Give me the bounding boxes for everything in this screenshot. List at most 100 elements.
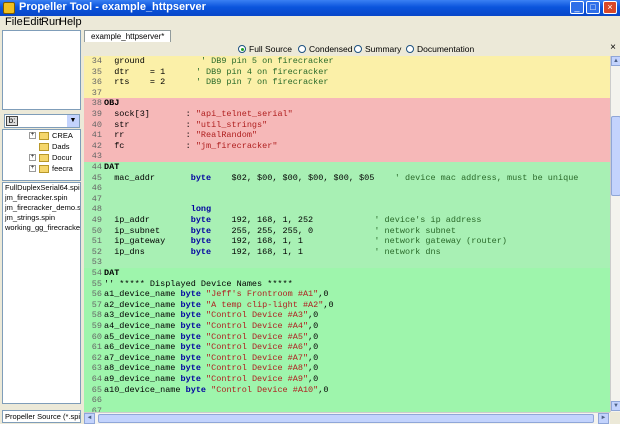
menu-file[interactable]: File bbox=[5, 16, 23, 28]
code-line[interactable]: 49 ip_addr byte 192, 168, 1, 252 ' devic… bbox=[84, 215, 610, 226]
code-line[interactable]: 58 a3_device_name byte "Control Device #A… bbox=[84, 310, 610, 321]
radio-icon bbox=[298, 45, 306, 53]
line-number: 34 bbox=[91, 56, 102, 66]
code-line[interactable]: 59 a4_device_name byte "Control Device #A… bbox=[84, 321, 610, 332]
code-line[interactable]: 38 OBJ bbox=[84, 98, 610, 109]
code-line[interactable]: 47 bbox=[84, 193, 610, 205]
file-item[interactable]: jm_firecracker_demo.spin bbox=[3, 203, 80, 213]
code-line[interactable]: 43 bbox=[84, 151, 610, 162]
code-text: mac_addr byte $02, $00, $00, $00, $00, $… bbox=[104, 173, 578, 184]
code-line[interactable]: 39 sock[3] : "api_telnet_serial" bbox=[84, 109, 610, 120]
code-text: long bbox=[104, 204, 211, 215]
radio-summary[interactable]: Summary bbox=[354, 44, 401, 54]
code-token: a4_device_name bbox=[104, 321, 181, 331]
radio-documentation[interactable]: Documentation bbox=[406, 44, 474, 54]
code-line[interactable]: 66 bbox=[84, 395, 610, 406]
vertical-scrollbar[interactable]: ▲ ▼ bbox=[610, 56, 620, 412]
code-line[interactable]: 40 str : "util_strings" bbox=[84, 119, 610, 131]
code-line[interactable]: 35 dtr = 1 ' DB9 pin 4 on firecracker bbox=[84, 66, 610, 78]
code-line[interactable]: 52 ip_dns byte 192, 168, 1, 1 ' network … bbox=[84, 246, 610, 258]
code-line[interactable]: 44 DAT bbox=[84, 162, 610, 173]
menu-help[interactable]: Help bbox=[59, 16, 82, 28]
code-string: "Control Device #A10" bbox=[211, 384, 319, 395]
code-line[interactable]: 41 rr : "RealRandom" bbox=[84, 130, 610, 141]
code-line[interactable]: 34 ground ' DB9 pin 5 on firecracker bbox=[84, 56, 610, 67]
code-line[interactable]: 37 bbox=[84, 87, 610, 99]
expand-icon[interactable]: + bbox=[29, 165, 36, 172]
code-line[interactable]: 62 a7_device_name byte "Control Device #A… bbox=[84, 352, 610, 364]
file-item[interactable]: FullDuplexSerial64.spin bbox=[3, 183, 80, 193]
code-line[interactable]: 50 ip_subnet byte 255, 255, 255, 0 ' net… bbox=[84, 225, 610, 237]
code-line[interactable]: 54 DAT bbox=[84, 268, 610, 279]
recent-folders-box[interactable] bbox=[2, 30, 81, 110]
drive-select[interactable]: b: ▼ bbox=[4, 114, 80, 128]
code-line[interactable]: 53 bbox=[84, 257, 610, 268]
code-keyword: byte bbox=[180, 310, 201, 321]
code-token: ,0 bbox=[308, 374, 319, 384]
code-keyword: byte bbox=[185, 384, 207, 395]
code-token: ,0 bbox=[318, 289, 329, 300]
horizontal-scroll-thumb[interactable] bbox=[98, 414, 594, 423]
close-window-button[interactable]: × bbox=[603, 1, 617, 14]
menu-edit[interactable]: Edit bbox=[23, 16, 42, 28]
line-number: 49 bbox=[91, 215, 102, 225]
code-line[interactable]: 65 a10_device_name byte "Control Device #… bbox=[84, 384, 610, 396]
code-token: a7_device_name bbox=[104, 352, 181, 363]
chevron-down-icon[interactable]: ▼ bbox=[67, 115, 79, 127]
line-number: 56 bbox=[91, 289, 102, 300]
code-line[interactable]: 48 long bbox=[84, 204, 610, 215]
code-token: a5_device_name bbox=[104, 331, 181, 342]
maximize-button[interactable]: □ bbox=[586, 1, 600, 14]
scroll-up-icon[interactable]: ▲ bbox=[611, 56, 620, 66]
close-tab-icon[interactable]: × bbox=[610, 42, 616, 53]
file-item[interactable]: jm_firecracker.spin bbox=[3, 193, 80, 203]
file-item[interactable]: working_gg_firecracker_c bbox=[3, 223, 80, 233]
vertical-scroll-thumb[interactable] bbox=[611, 116, 620, 196]
window-title: Propeller Tool - example_httpserver bbox=[19, 1, 206, 13]
radio-condensed[interactable]: Condensed bbox=[298, 44, 352, 54]
scroll-right-icon[interactable]: ► bbox=[598, 413, 609, 424]
code-string: "RealRandom" bbox=[195, 130, 258, 141]
code-text: rr : "RealRandom" bbox=[104, 130, 257, 141]
horizontal-scrollbar[interactable]: ◄ ► bbox=[84, 412, 610, 424]
file-list[interactable]: FullDuplexSerial64.spin jm_firecracker.s… bbox=[2, 182, 81, 404]
code-line[interactable]: 57 a2_device_name byte "A temp clip-light… bbox=[84, 299, 610, 311]
code-text: ip_subnet byte 255, 255, 255, 0 ' networ… bbox=[104, 226, 456, 237]
expand-icon[interactable]: + bbox=[29, 132, 36, 139]
code-line[interactable]: 60 a5_device_name byte "Control Device #A… bbox=[84, 331, 610, 343]
file-item[interactable]: jm_strings.spin bbox=[3, 213, 80, 223]
code-line[interactable]: 45 mac_addr byte $02, $00, $00, $00, $00… bbox=[84, 172, 610, 184]
code-text: a10_device_name byte "Control Device #A1… bbox=[104, 385, 328, 396]
code-line[interactable]: 56 a1_device_name byte "Jeff's Frontroom … bbox=[84, 289, 610, 300]
code-token: ,0 bbox=[323, 299, 334, 310]
radio-full-source[interactable]: Full Source bbox=[238, 44, 292, 54]
code-line[interactable]: 64 a9_device_name byte "Control Device #A… bbox=[84, 374, 610, 385]
tab-example-httpserver[interactable]: example_httpserver* bbox=[84, 30, 172, 42]
code-line[interactable]: 61 a6_device_name byte "Control Device #A… bbox=[84, 342, 610, 353]
code-string: "A temp clip-light #A2" bbox=[206, 299, 324, 310]
code-line[interactable]: 46 bbox=[84, 183, 610, 194]
scroll-down-icon[interactable]: ▼ bbox=[611, 401, 620, 411]
minimize-button[interactable]: _ bbox=[570, 1, 584, 14]
scroll-left-icon[interactable]: ◄ bbox=[84, 413, 95, 424]
code-editor[interactable]: 34 ground ' DB9 pin 5 on firecracker 35 d… bbox=[84, 56, 610, 412]
code-text: ip_addr byte 192, 168, 1, 252 ' device's… bbox=[104, 215, 481, 226]
folder-tree[interactable]: + CREA Dads + Docur + feecra bbox=[2, 129, 81, 181]
line-number: 57 bbox=[91, 299, 102, 310]
tree-item-label: Dads bbox=[52, 142, 70, 151]
code-string: "Control Device #A3" bbox=[206, 310, 309, 321]
code-comment: ' network subnet bbox=[374, 225, 456, 236]
line-number: 37 bbox=[91, 87, 102, 98]
code-string: "util_strings" bbox=[195, 119, 268, 130]
code-line[interactable]: 55 '' ***** Displayed Device Names ***** bbox=[84, 278, 610, 290]
code-token: str : bbox=[104, 119, 196, 130]
code-line[interactable]: 36 rts = 2 ' DB9 pin 7 on firecracker bbox=[84, 77, 610, 88]
code-text: rts = 2 ' DB9 pin 7 on firecracker bbox=[104, 77, 328, 88]
code-line[interactable]: 42 fc : "jm_firecracker" bbox=[84, 140, 610, 152]
file-filter-select[interactable]: Propeller Source (*.spi bbox=[2, 410, 81, 423]
code-line[interactable]: 63 a8_device_name byte "Control Device #A… bbox=[84, 363, 610, 374]
code-line[interactable]: 51 ip_gateway byte 192, 168, 1, 1 ' netw… bbox=[84, 236, 610, 247]
expand-icon[interactable]: + bbox=[29, 154, 36, 161]
code-comment: ' network dns bbox=[374, 246, 441, 257]
code-keyword: byte bbox=[180, 289, 201, 300]
